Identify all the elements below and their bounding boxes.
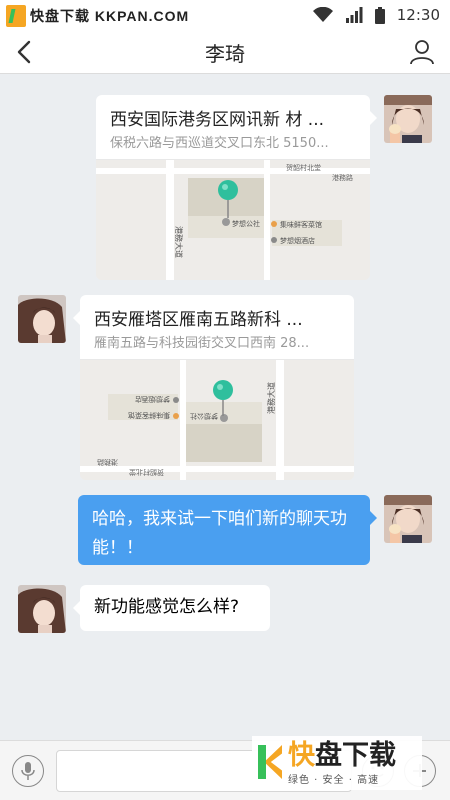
message-text: 新功能感觉怎么样? — [94, 597, 240, 617]
bubble-tail — [370, 111, 377, 125]
wifi-icon — [312, 7, 333, 22]
chat-title: 李琦 — [205, 42, 245, 66]
avatar-contact[interactable] — [18, 295, 66, 343]
map-label: 港務路 — [97, 458, 118, 467]
location-title: 西安国际港务区网讯新 材 ... — [110, 110, 325, 130]
chat-header: 李琦 — [0, 30, 450, 74]
map-label: 贺韶村北堂 — [286, 163, 321, 172]
map-label: 集味鲜客菜馆 — [128, 411, 170, 420]
location-address: 保税六路与西巡道交叉口东北 5150... — [96, 132, 370, 160]
brand-name: 快盘下载 — [288, 739, 396, 771]
map-label: 集味鲜客菜馆 — [280, 220, 322, 229]
voice-input-button[interactable] — [12, 755, 44, 787]
status-icons: 12:30 — [312, 6, 440, 24]
message-list[interactable]: 西安国际港务区网讯新 材 ... 保税六路与西巡道交叉口东北 5150... 贺… — [0, 75, 450, 740]
map-image: 贺韶村北堂 港務路 港務大道 梦想公社 集味鲜客菜馆 梦想烟酒店 — [96, 160, 370, 280]
battery-icon — [374, 6, 385, 24]
bubble-tail — [73, 601, 80, 615]
message-text: 哈哈，我来试一下咱们新的聊天功能！！ — [92, 509, 347, 558]
location-message-incoming[interactable]: 西安雁塔区雁南五路新科 ... 雁南五路与科技园街交叉口西南 28... 贺韶村… — [73, 295, 354, 480]
bubble-tail — [73, 311, 80, 325]
avatar-photo-icon — [384, 495, 432, 543]
map-label: 梦想烟酒店 — [135, 395, 170, 404]
location-title: 西安雁塔区雁南五路新科 ... — [94, 310, 303, 330]
map-label: 港務路 — [332, 173, 353, 182]
text-message-outgoing[interactable]: 哈哈，我来试一下咱们新的聊天功能！！ — [78, 495, 377, 565]
watermark-text: 快盘下载 KKPAN.COM — [30, 8, 190, 24]
brand-tagline: 绿色 · 安全 · 高速 — [288, 774, 380, 786]
microphone-icon — [21, 762, 35, 780]
map-label: 港務大道 — [174, 226, 184, 258]
profile-icon[interactable] — [408, 38, 436, 66]
map-image: 贺韶村北堂 港務路 港務大道 梦想公社 集味鲜客菜馆 梦想烟酒店 — [80, 360, 354, 480]
avatar-photo-icon — [18, 585, 66, 633]
bubble-tail — [370, 511, 377, 525]
location-address: 雁南五路与科技园街交叉口西南 28... — [80, 332, 354, 360]
signal-icon — [345, 7, 363, 23]
brand-logo-icon — [258, 743, 282, 783]
watermark: 快盘下载 KKPAN.COM — [6, 5, 189, 27]
location-message-outgoing[interactable]: 西安国际港务区网讯新 材 ... 保税六路与西巡道交叉口东北 5150... 贺… — [96, 95, 377, 280]
map-label: 梦想烟酒店 — [280, 236, 315, 245]
brand-text: 快盘下载 绿色 · 安全 · 高速 — [288, 739, 396, 786]
avatar-photo-icon — [384, 95, 432, 143]
text-message-incoming[interactable]: 新功能感觉怎么样? — [73, 585, 270, 631]
watermark-logo-icon — [6, 5, 26, 27]
map-label: 贺韶村北堂 — [129, 468, 164, 477]
brand-badge: 快盘下载 绿色 · 安全 · 高速 — [252, 736, 422, 790]
avatar-photo-icon — [18, 295, 66, 343]
status-time: 12:30 — [396, 6, 440, 24]
map-preview[interactable]: 贺韶村北堂 港務路 港務大道 梦想公社 集味鲜客菜馆 梦想烟酒店 — [96, 160, 370, 280]
avatar-self[interactable] — [384, 495, 432, 543]
avatar-self[interactable] — [384, 95, 432, 143]
map-label: 港務大道 — [266, 382, 276, 414]
avatar-contact[interactable] — [18, 585, 66, 633]
status-bar: 快盘下载 KKPAN.COM 12:30 — [0, 0, 450, 30]
map-preview[interactable]: 贺韶村北堂 港務路 港務大道 梦想公社 集味鲜客菜馆 梦想烟酒店 — [80, 360, 354, 480]
map-label: 梦想公社 — [232, 219, 260, 228]
map-label: 梦想公社 — [190, 412, 218, 421]
